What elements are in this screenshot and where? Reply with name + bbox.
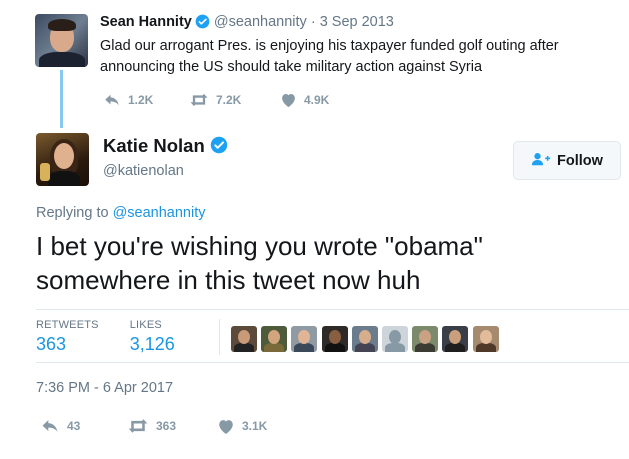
- stats-separator: [219, 319, 220, 355]
- likers-avatars: [231, 326, 503, 352]
- reply-count: 43: [67, 419, 81, 433]
- like-icon: [280, 92, 297, 108]
- retweet-button[interactable]: 363: [127, 417, 217, 435]
- retweet-button[interactable]: 7.2K: [189, 92, 280, 108]
- liker-avatar[interactable]: [381, 326, 408, 352]
- liker-avatar[interactable]: [321, 326, 348, 352]
- liker-avatar[interactable]: [261, 326, 288, 352]
- retweets-stat[interactable]: RETWEETS 363: [36, 319, 99, 355]
- like-button[interactable]: 4.9K: [280, 92, 329, 108]
- retweet-icon: [127, 417, 149, 435]
- reply-icon: [40, 417, 60, 435]
- follow-label: Follow: [557, 152, 603, 169]
- liker-avatar[interactable]: [291, 326, 318, 352]
- like-icon: [217, 418, 235, 435]
- tweet-stats: RETWEETS 363 LIKES 3,126: [36, 319, 207, 355]
- main-tweet-actions: 43 363 3.1K: [40, 417, 267, 435]
- reply-count: 1.2K: [128, 93, 154, 107]
- likes-label: LIKES: [129, 319, 162, 331]
- parent-tweet[interactable]: Sean Hannity @seanhannity · 3 Sep 2013 Gl…: [0, 0, 629, 128]
- liker-avatar[interactable]: [351, 326, 378, 352]
- retweets-label: RETWEETS: [36, 319, 99, 331]
- author-handle[interactable]: @seanhannity: [214, 14, 307, 30]
- tweet-text: I bet you're wishing you wrote "obama" s…: [36, 231, 483, 295]
- follow-button[interactable]: Follow: [513, 141, 621, 180]
- reply-button[interactable]: 1.2K: [103, 92, 189, 108]
- verified-badge-icon: [195, 14, 210, 34]
- replying-prefix: Replying to: [36, 205, 109, 221]
- like-button[interactable]: 3.1K: [217, 418, 267, 435]
- retweet-icon: [189, 92, 209, 108]
- tweet-text: Glad our arrogant Pres. is enjoying his …: [100, 38, 559, 75]
- retweets-count: 363: [36, 334, 67, 354]
- liker-avatar[interactable]: [412, 326, 439, 352]
- liker-avatar[interactable]: [442, 326, 469, 352]
- verified-badge-icon: [210, 136, 228, 159]
- author-name[interactable]: Katie Nolan: [103, 135, 205, 156]
- likes-count: 3,126: [129, 334, 175, 354]
- separator-dot: ·: [310, 14, 316, 30]
- author-name[interactable]: Sean Hannity: [100, 14, 192, 30]
- parent-tweet-actions: 1.2K 7.2K 4.9K: [103, 92, 329, 108]
- thread-connector: [60, 70, 63, 128]
- divider: [36, 309, 629, 310]
- replying-mention-link[interactable]: @seanhannity: [113, 205, 206, 221]
- avatar[interactable]: [35, 14, 88, 67]
- divider: [36, 362, 629, 363]
- liker-avatar[interactable]: [231, 326, 257, 352]
- author-handle[interactable]: @katienolan: [103, 163, 184, 179]
- like-count: 4.9K: [304, 93, 330, 107]
- reply-button[interactable]: 43: [40, 417, 127, 435]
- follow-person-icon: [531, 152, 557, 170]
- tweet-timestamp[interactable]: 7:36 PM - 6 Apr 2017: [36, 380, 173, 396]
- retweet-count: 363: [156, 419, 177, 433]
- reply-icon: [103, 92, 121, 108]
- tweet-date[interactable]: 3 Sep 2013: [320, 14, 394, 30]
- main-author-name[interactable]: Katie Nolan: [103, 135, 232, 159]
- likes-stat[interactable]: LIKES 3,126: [130, 319, 175, 355]
- retweet-count: 7.2K: [216, 93, 242, 107]
- liker-avatar[interactable]: [472, 326, 499, 352]
- avatar[interactable]: [36, 133, 89, 186]
- like-count: 3.1K: [242, 419, 268, 433]
- parent-tweet-header: Sean Hannity @seanhannity · 3 Sep 2013: [100, 13, 394, 34]
- replying-to: Replying to @seanhannity: [36, 205, 206, 221]
